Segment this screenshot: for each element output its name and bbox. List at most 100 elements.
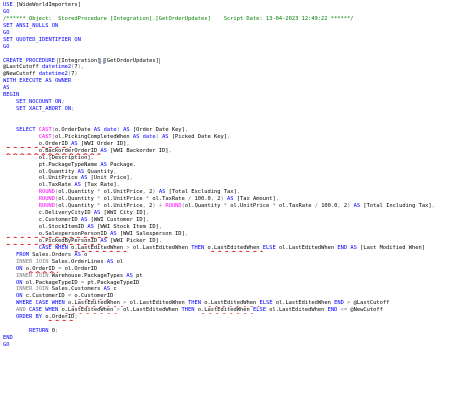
code-line[interactable]: GO	[3, 342, 474, 349]
code-token: END	[334, 300, 348, 307]
code-token: [Tax Rate]	[84, 182, 117, 189]
sql-code-editor[interactable]: USE [WideWorldImporters] GO/****** Object…	[0, 0, 474, 403]
code-token: 100.0	[194, 196, 211, 203]
code-line[interactable]: USE [WideWorldImporters]	[3, 2, 474, 9]
code-line[interactable]: /****** Object: StoredProcedure [Integra…	[3, 16, 474, 23]
code-line[interactable]: c.CustomerID AS [WWI Customer ID],	[3, 217, 474, 224]
code-line[interactable]: GO	[3, 9, 474, 16]
code-token: ol.Quantity	[3, 168, 78, 175]
code-token: [WWI Salesperson ID]	[119, 230, 185, 237]
code-token: Sales.OrderLines	[51, 258, 107, 265]
code-line[interactable]: WITH EXECUTE AS OWNER	[3, 78, 474, 85]
code-token: @NewCutoff	[350, 307, 383, 314]
code-line[interactable]: ol.UnitPrice AS [Unit Price],	[3, 175, 474, 182]
code-token: ol	[116, 258, 124, 265]
code-token: AS	[100, 161, 111, 168]
code-line[interactable]: INNER JOIN Sales.OrderLines AS ol	[3, 259, 474, 266]
code-token: EXECUTE	[19, 78, 46, 85]
code-line[interactable]: o.PickedByPersonID AS [WWI Picker ID],	[3, 238, 474, 245]
code-token: ol.	[3, 154, 49, 161]
code-token: ol.Quantity	[184, 203, 224, 210]
code-line[interactable]: INNER JOIN Warehouse.PackageTypes AS pt	[3, 273, 474, 280]
code-line[interactable]: CAST(ol.PickingCompletedWhen AS date) AS…	[3, 134, 474, 141]
code-line[interactable]: ORDER BY o.OrderID;	[3, 314, 474, 321]
code-line[interactable]: GO	[3, 44, 474, 51]
code-token: ),	[77, 64, 85, 71]
code-line[interactable]: ON ol.PackageTypeID = pt.PackageTypeID	[3, 280, 474, 287]
code-token: o.OrderDate	[54, 126, 94, 133]
code-line[interactable]: INNER JOIN Sales.Customers AS c	[3, 286, 474, 293]
code-line[interactable]: ol.Quantity AS Quantity,	[3, 169, 474, 176]
code-line[interactable]: END	[3, 335, 474, 342]
code-line[interactable]: GO	[3, 30, 474, 37]
code-line[interactable]: ON o.OrderID = ol.OrderID	[3, 266, 474, 273]
code-line[interactable]: o.SalespersonPersonID AS [WWI Salesperso…	[3, 231, 474, 238]
code-line[interactable]: ON c.CustomerID = o.CustomerID	[3, 293, 474, 300]
code-token: [Total Excluding Tax]	[168, 189, 237, 196]
code-token: ol.LastEditedWhen	[275, 300, 335, 307]
code-token: [WWI Backorder ID]	[110, 147, 169, 154]
code-token: ,	[431, 203, 435, 210]
code-token: ,	[158, 224, 163, 230]
code-line[interactable]: CREATE PROCEDURE [Integration].[GetOrder…	[3, 57, 474, 65]
code-token: ,	[168, 147, 172, 154]
code-line[interactable]: SET QUOTED_IDENTIFIER ON	[3, 37, 474, 44]
code-line[interactable]: FROM Sales.Orders AS o	[3, 252, 474, 259]
code-token: AS	[93, 126, 104, 133]
code-token: ;	[61, 99, 65, 106]
code-line[interactable]: @NewCutoff datetime2(7)	[3, 71, 474, 78]
code-line[interactable]	[3, 113, 474, 120]
code-line[interactable]: BEGIN	[3, 92, 474, 99]
code-token: GO	[3, 8, 10, 15]
code-token: AS	[93, 210, 104, 217]
code-line[interactable]: ROUND(ol.Quantity * ol.UnitPrice, 2) AS …	[3, 189, 474, 196]
code-token: [WWI Stock Item ID]	[97, 224, 159, 230]
code-token: 100.0	[321, 203, 338, 210]
code-line[interactable]: ROUND(ol.Quantity * ol.UnitPrice * ol.Ta…	[3, 196, 474, 203]
code-line[interactable]: o.BackorderOrderID AS [WWI Backorder ID]…	[3, 148, 474, 155]
code-line[interactable]: ol.TaxRate AS [Tax Rate],	[3, 182, 474, 189]
code-line[interactable]: WHERE CASE WHEN o.LastEditedWhen > ol.La…	[3, 300, 474, 307]
code-token: ol.TaxRate	[3, 182, 75, 189]
code-line[interactable]: pt.PackageTypeName AS Package,	[3, 162, 474, 169]
code-token: [Integration]	[57, 57, 102, 65]
code-line[interactable]: SELECT CAST(o.OrderDate AS date) AS [Ord…	[3, 127, 474, 134]
code-line[interactable]: c.DeliveryCityID AS [WWI City ID],	[3, 210, 474, 217]
code-line[interactable]: SET NOCOUNT ON;	[3, 99, 474, 106]
code-token: ROUND	[3, 189, 55, 196]
code-token: BY	[35, 314, 46, 321]
code-line[interactable]	[3, 321, 474, 328]
code-line[interactable]: SET ANSI_NULLS ON	[3, 23, 474, 30]
code-token: CASE	[35, 300, 52, 307]
code-line[interactable]	[3, 51, 474, 58]
code-line[interactable]: CASE WHEN o.LastEditedWhen > ol.LastEdit…	[3, 245, 474, 252]
code-token: pt.PackageTypeID	[87, 279, 140, 286]
code-token: AND	[3, 307, 29, 314]
code-line[interactable]: SET XACT_ABORT ON;	[3, 106, 474, 113]
code-line[interactable]: RETURN 0;	[3, 328, 474, 335]
code-token: AS	[103, 286, 114, 293]
code-token: ,	[184, 230, 189, 237]
code-line[interactable]: o.OrderID AS [WWI Order ID],	[3, 141, 474, 148]
code-token: RETURN	[3, 328, 52, 335]
code-token: ;	[71, 106, 75, 113]
code-token: [WWI Picker ID]	[110, 237, 159, 244]
code-token: QUOTED_IDENTIFIER	[15, 36, 75, 43]
code-line[interactable]: ROUND(ol.Quantity * ol.UnitPrice, 2) + R…	[3, 203, 474, 210]
code-token: [Total Including Tax]	[363, 203, 432, 210]
code-token: JOIN	[35, 286, 52, 293]
code-line[interactable]: @LastCutoff datetime2(7),	[3, 64, 474, 71]
code-line[interactable]	[3, 120, 474, 127]
code-token: END	[337, 244, 351, 251]
code-token: THEN	[181, 307, 198, 314]
code-token: date	[142, 133, 156, 140]
code-line[interactable]: ol.[Description],	[3, 155, 474, 162]
code-line[interactable]: AND CASE WHEN o.LastEditedWhen > ol.Last…	[3, 307, 474, 314]
code-token: AS	[3, 85, 10, 92]
code-token: [Unit Price]	[90, 175, 130, 182]
code-token: ol.UnitPrice	[3, 175, 81, 182]
code-line[interactable]: ol.StockItemID AS [WWI Stock Item ID],	[3, 224, 474, 231]
code-token: o.BackorderOrderID	[3, 147, 101, 154]
code-line[interactable]: AS	[3, 85, 474, 92]
code-token: ol.Quantity	[58, 196, 98, 203]
